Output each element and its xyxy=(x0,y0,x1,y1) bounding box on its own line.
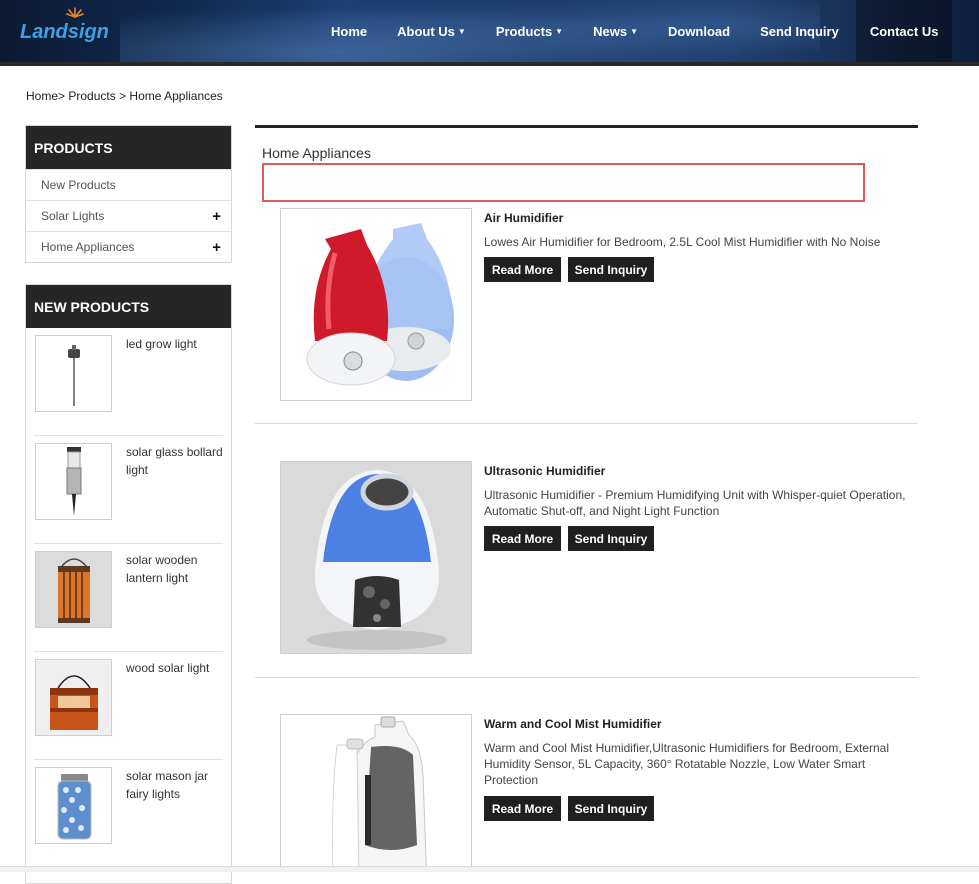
read-more-button[interactable]: Read More xyxy=(484,257,561,282)
product-card: Warm and Cool Mist Humidifier Warm and C… xyxy=(255,714,918,866)
breadcrumb: Home> Products > Home Appliances xyxy=(26,89,223,103)
main-nav: Home About Us ▼ Products ▼ News ▼ Download … xyxy=(316,0,953,62)
products-category-box: PRODUCTS New Products Solar Lights + Hom… xyxy=(25,125,232,263)
product-thumbnail[interactable] xyxy=(35,767,112,844)
expand-plus-icon[interactable]: + xyxy=(212,208,221,225)
caret-down-icon: ▼ xyxy=(630,26,638,36)
product-name[interactable]: Ultrasonic Humidifier xyxy=(484,464,605,478)
page-title: Home Appliances xyxy=(262,145,371,161)
category-new-products[interactable]: New Products xyxy=(26,169,231,200)
nav-products[interactable]: Products ▼ xyxy=(481,0,578,62)
nav-contact-us[interactable]: Contact Us xyxy=(855,0,953,62)
window-bottom-edge xyxy=(0,866,979,872)
breadcrumb-separator: > xyxy=(58,89,66,103)
product-card: Ultrasonic Humidifier Ultrasonic Humidif… xyxy=(255,461,918,676)
nav-label: Contact Us xyxy=(869,23,939,39)
new-products-list: led grow light solar glass bollard light xyxy=(26,328,231,868)
product-divider xyxy=(255,677,918,678)
new-product-title[interactable]: solar wooden lantern light xyxy=(126,551,226,587)
nav-news[interactable]: News ▼ xyxy=(578,0,653,62)
product-thumbnail[interactable] xyxy=(35,659,112,736)
nav-about-us[interactable]: About Us ▼ xyxy=(382,0,481,62)
logo-text: Landsign xyxy=(20,20,109,43)
wooden-lantern-image xyxy=(36,552,111,627)
category-solar-lights[interactable]: Solar Lights + xyxy=(26,200,231,231)
send-inquiry-button[interactable]: Send Inquiry xyxy=(568,526,654,551)
products-heading: PRODUCTS xyxy=(26,126,231,169)
product-description: Lowes Air Humidifier for Bedroom, 2.5L C… xyxy=(484,235,881,249)
nav-send-inquiry[interactable]: Send Inquiry xyxy=(745,0,854,62)
nav-label: Products xyxy=(495,23,553,39)
main-top-rule xyxy=(255,125,918,128)
caret-down-icon: ▼ xyxy=(555,26,564,36)
product-thumbnail[interactable] xyxy=(35,335,112,412)
product-description: Ultrasonic Humidifier - Premium Humidify… xyxy=(484,488,906,518)
site-logo[interactable]: Landsign xyxy=(20,7,109,50)
new-product-title[interactable]: solar mason jar fairy lights xyxy=(126,767,226,803)
list-item[interactable]: led grow light xyxy=(34,328,223,436)
product-image[interactable] xyxy=(280,714,472,866)
new-product-title[interactable]: led grow light xyxy=(126,335,226,353)
list-item[interactable]: solar mason jar fairy lights xyxy=(34,760,223,868)
nav-label: About Us xyxy=(397,23,455,39)
bollard-light-image xyxy=(66,447,82,516)
category-label: Solar Lights xyxy=(41,209,105,223)
list-item[interactable]: solar glass bollard light xyxy=(34,436,223,544)
warm-cool-mist-humidifier-image xyxy=(332,716,427,866)
air-humidifier-image xyxy=(306,223,454,386)
read-more-button[interactable]: Read More xyxy=(484,796,561,821)
nav-label: News xyxy=(593,23,628,39)
new-products-heading: NEW PRODUCTS xyxy=(26,285,231,328)
grow-light-image xyxy=(68,345,80,406)
mason-jar-image xyxy=(57,774,92,840)
nav-label: Home xyxy=(331,23,368,39)
breadcrumb-separator: > xyxy=(115,89,130,103)
new-product-title[interactable]: solar glass bollard light xyxy=(126,443,226,479)
product-divider xyxy=(255,423,918,424)
new-products-box: NEW PRODUCTS led grow light solar glass … xyxy=(25,284,232,884)
highlight-box xyxy=(262,163,865,202)
nav-label: Download xyxy=(667,23,731,39)
category-label: Home Appliances xyxy=(41,240,135,254)
nav-home[interactable]: Home xyxy=(316,0,382,62)
send-inquiry-button[interactable]: Send Inquiry xyxy=(568,796,654,821)
expand-plus-icon[interactable]: + xyxy=(212,239,221,256)
breadcrumb-products[interactable]: Products xyxy=(65,89,115,103)
send-inquiry-button[interactable]: Send Inquiry xyxy=(568,257,654,282)
list-item[interactable]: solar wooden lantern light xyxy=(34,544,223,652)
product-thumbnail[interactable] xyxy=(35,551,112,628)
site-header: Landsign Home About Us ▼ Products ▼ News ▼ … xyxy=(0,0,979,66)
ultrasonic-humidifier-image xyxy=(281,462,471,653)
product-card: Air Humidifier Lowes Air Humidifier for … xyxy=(255,208,918,423)
caret-down-icon: ▼ xyxy=(457,26,466,36)
product-name[interactable]: Air Humidifier xyxy=(484,211,563,225)
nav-label: Send Inquiry xyxy=(760,23,839,39)
list-item[interactable]: wood solar light xyxy=(34,652,223,760)
product-image[interactable] xyxy=(280,461,472,654)
product-image[interactable] xyxy=(280,208,472,401)
product-description: Warm and Cool Mist Humidifier,Ultrasonic… xyxy=(484,741,890,787)
sun-icon xyxy=(66,7,84,18)
new-product-title[interactable]: wood solar light xyxy=(126,659,226,677)
breadcrumb-current: Home Appliances xyxy=(129,89,223,103)
category-home-appliances[interactable]: Home Appliances + xyxy=(26,231,231,262)
read-more-button[interactable]: Read More xyxy=(484,526,561,551)
nav-download[interactable]: Download xyxy=(653,0,745,62)
wood-solar-light-image xyxy=(36,660,111,735)
breadcrumb-home[interactable]: Home xyxy=(26,89,58,103)
product-thumbnail[interactable] xyxy=(35,443,112,520)
category-label: New Products xyxy=(41,178,116,192)
product-name[interactable]: Warm and Cool Mist Humidifier xyxy=(484,717,662,731)
